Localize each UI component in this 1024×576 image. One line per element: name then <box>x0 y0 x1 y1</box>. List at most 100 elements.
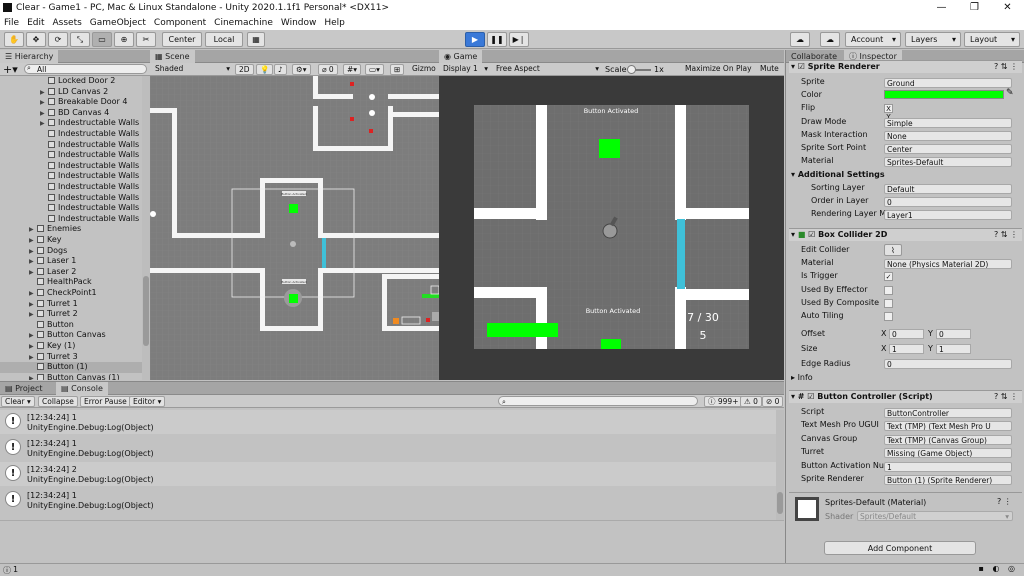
pivot-local-button[interactable]: Local <box>205 32 243 47</box>
console-log-entry[interactable]: ! [12:34:24] 1 UnityEngine.Debug:Log(Objec… <box>0 410 783 434</box>
play-button[interactable]: ▶ <box>465 32 485 47</box>
editor-dropdown[interactable]: Editor ▾ <box>129 396 166 407</box>
edge-radius-field[interactable]: 0 <box>884 359 1012 369</box>
field-value[interactable]: Default <box>884 184 1012 194</box>
field-value[interactable]: Simple <box>884 117 1012 128</box>
hierarchy-item[interactable]: Indestructable Walls <box>0 140 142 151</box>
hand-tool-icon[interactable]: ✋ <box>4 32 24 47</box>
error-pause-button[interactable]: Error Pause <box>80 396 131 407</box>
additional-settings-foldout[interactable]: ▾ Additional Settings <box>791 170 885 179</box>
hierarchy-item[interactable]: Indestructable Walls <box>0 193 142 204</box>
menu-gameobject[interactable]: GameObject <box>86 18 150 28</box>
scene-view[interactable]: Button Activated Button Activated <box>150 76 439 380</box>
field-value[interactable]: 1 <box>884 461 1012 472</box>
field-value[interactable]: Center <box>884 144 1012 154</box>
field-value[interactable]: Text (TMP) (Text Mesh Pro U <box>884 421 1012 432</box>
hierarchy-item[interactable]: ▶ Dogs <box>0 246 142 257</box>
checkbox[interactable] <box>884 298 893 308</box>
maximize-button[interactable]: ❐ <box>958 0 991 16</box>
menu-window[interactable]: Window <box>277 18 321 28</box>
add-component-button[interactable]: Add Component <box>824 541 976 555</box>
menu-cinemachine[interactable]: Cinemachine <box>210 18 277 28</box>
error-count-badge[interactable]: ⊘ 0 <box>762 396 784 407</box>
rect-tool-icon[interactable]: ▭ <box>92 32 112 47</box>
shading-dropdown[interactable]: Shaded ▾ <box>152 64 232 75</box>
field-value[interactable]: ButtonController <box>884 408 1012 418</box>
material-menu-icon[interactable]: ? ⋮ <box>997 497 1012 506</box>
maximize-on-play-toggle[interactable]: Maximize On Play <box>682 64 755 75</box>
box-collider-header[interactable]: ▾ ■ ☑ Box Collider 2D ? ⇅ ⋮ <box>789 228 1022 241</box>
display-dropdown[interactable]: Display 1 ▾ <box>440 64 490 75</box>
hierarchy-item[interactable]: Indestructable Walls <box>0 161 142 172</box>
add-icon[interactable]: +▾ <box>3 63 18 76</box>
offset-x-field[interactable]: 0 <box>889 329 924 339</box>
component-menu-icon[interactable]: ? ⇅ ⋮ <box>994 61 1018 73</box>
gizmos-dropdown[interactable]: Gizmo <box>409 64 439 75</box>
offset-y-field[interactable]: 0 <box>936 329 971 339</box>
snap-icon[interactable]: ⊞ <box>390 64 405 75</box>
grid-snap-icon[interactable]: ▦ <box>247 32 265 47</box>
menu-help[interactable]: Help <box>320 18 349 28</box>
button-controller-header[interactable]: ▾ # ☑ Button Controller (Script) ? ⇅ ⋮ <box>789 390 1022 403</box>
hierarchy-item[interactable]: ▶ Enemies <box>0 224 142 235</box>
info-foldout[interactable]: ▸ Info <box>791 373 813 382</box>
scale-tool-icon[interactable]: ⤡ <box>70 32 90 47</box>
sprite-renderer-header[interactable]: ▾ ☑ Sprite Renderer ? ⇅ ⋮ <box>789 60 1022 73</box>
console-log-entry[interactable]: ! [12:34:24] 1 UnityEngine.Debug:Log(Objec… <box>0 488 783 512</box>
hierarchy-item[interactable]: ▶ BD Canvas 4 <box>0 108 142 119</box>
hierarchy-item[interactable]: ▶ Button Canvas (1) <box>0 373 142 380</box>
field-value[interactable]: Button (1) (Sprite Renderer) <box>884 475 1012 485</box>
custom-tool-icon[interactable]: ✂ <box>136 32 156 47</box>
hierarchy-item[interactable]: Indestructable Walls <box>0 150 142 161</box>
menu-edit[interactable]: Edit <box>23 18 48 28</box>
hierarchy-item[interactable]: ▶ Turret 3 <box>0 352 142 363</box>
hierarchy-item[interactable]: ▶ Turret 1 <box>0 299 142 310</box>
field-value[interactable]: 0 <box>884 197 1012 208</box>
hierarchy-item[interactable]: Indestructable Walls <box>0 129 142 140</box>
mute-toggle[interactable]: Mute <box>757 64 782 75</box>
cloud-icon[interactable]: ☁ <box>820 32 840 47</box>
checkbox[interactable]: ✓ <box>884 272 893 282</box>
checkbox[interactable] <box>884 285 893 295</box>
game-view[interactable]: Button Activated Button Activated 7 / 30… <box>439 76 784 380</box>
hierarchy-item[interactable]: Indestructable Walls <box>0 171 142 182</box>
component-menu-icon[interactable]: ? ⇅ ⋮ <box>994 229 1018 241</box>
console-search-input[interactable]: ⌕ <box>498 396 698 406</box>
hierarchy-search-input[interactable]: All <box>24 64 147 74</box>
hierarchy-item[interactable]: ▶ Breakable Door 4 <box>0 97 142 108</box>
rotate-tool-icon[interactable]: ⟳ <box>48 32 68 47</box>
lighting-icon[interactable]: 💡 <box>256 64 274 75</box>
component-menu-icon[interactable]: ? ⇅ ⋮ <box>994 391 1018 403</box>
field-value[interactable]: Ground <box>884 78 1012 88</box>
expand-arrow-icon[interactable]: ▶ <box>29 374 37 380</box>
minimize-button[interactable]: — <box>925 0 958 16</box>
console-scroll-thumb[interactable] <box>777 492 783 514</box>
collab-icon[interactable]: ☁ <box>790 32 810 47</box>
color-swatch[interactable] <box>884 90 1004 99</box>
effects-icon[interactable]: ⚙▾ <box>292 64 311 75</box>
hierarchy-item[interactable]: Locked Door 2 <box>0 76 142 87</box>
edit-collider-button[interactable]: ⌇ <box>884 244 902 256</box>
warning-count-badge[interactable]: ⚠ 0 <box>740 396 762 407</box>
menu-file[interactable]: File <box>0 18 23 28</box>
hierarchy-item[interactable]: ▶ Turret 2 <box>0 309 142 320</box>
tab-hierarchy[interactable]: ☰ Hierarchy <box>0 50 59 63</box>
eyedropper-icon[interactable]: ✎ <box>1006 88 1014 98</box>
field-value[interactable]: Sprites-Default <box>884 157 1012 168</box>
transform-tool-icon[interactable]: ⊕ <box>114 32 134 47</box>
grid-icon[interactable]: #▾ <box>343 64 362 75</box>
2d-toggle[interactable]: 2D <box>235 64 254 75</box>
scale-slider-thumb[interactable] <box>627 65 636 74</box>
hierarchy-item[interactable]: Indestructable Walls <box>0 203 142 214</box>
tab-game[interactable]: ◉ Game <box>439 50 483 63</box>
menu-component[interactable]: Component <box>150 18 210 28</box>
move-tool-icon[interactable]: ✥ <box>26 32 46 47</box>
checkbox[interactable]: X Y <box>884 104 893 121</box>
scroll-thumb[interactable] <box>143 276 149 346</box>
field-value[interactable]: Layer1 <box>884 210 1012 221</box>
hierarchy-scrollbar[interactable] <box>142 76 150 380</box>
hierarchy-item[interactable]: ▶ Key (1) <box>0 341 142 352</box>
console-log-entry[interactable]: ! [12:34:24] 2 UnityEngine.Debug:Log(Objec… <box>0 462 783 486</box>
hierarchy-item[interactable]: Button (1) <box>0 362 142 373</box>
hidden-objects-icon[interactable]: ⌀ 0 <box>318 64 338 75</box>
